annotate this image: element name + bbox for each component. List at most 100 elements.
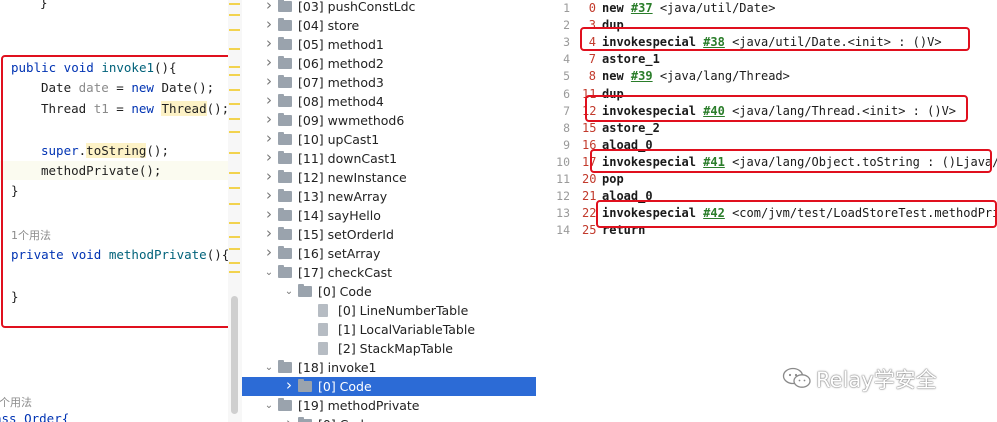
tree-item-label: [1] LocalVariableTable [338, 322, 476, 337]
line-number: 9 [563, 137, 570, 152]
chevron-down-icon[interactable]: ⌄ [264, 263, 274, 282]
bytecode-instruction: new #37 <java/util/Date> [602, 1, 776, 15]
chevron-right-icon[interactable]: › [264, 130, 274, 147]
bytecode-row[interactable]: 11 20 pop [536, 172, 997, 188]
code-line-class-order[interactable]: ass Order{ [0, 411, 69, 422]
highlight-box-bytecode-3 [590, 149, 992, 173]
line-number: 4 [563, 52, 570, 67]
chevron-down-icon[interactable]: ⌄ [284, 282, 294, 301]
chevron-right-icon[interactable]: › [284, 377, 294, 394]
source-editor[interactable]: } public void invoke1(){ Date date = new… [0, 0, 242, 422]
structure-tree[interactable]: › [03] pushConstLdc › [04] store › [05] metho… [242, 0, 536, 422]
chevron-down-icon[interactable]: ⌄ [264, 358, 274, 377]
line-number: 8 [563, 120, 570, 135]
chevron-right-icon[interactable]: › [264, 168, 274, 185]
tree-item-label: [0] LineNumberTable [338, 303, 469, 318]
folder-icon [278, 18, 292, 31]
bytecode-instruction: astore_1 [602, 52, 660, 66]
chevron-right-icon[interactable]: › [264, 73, 274, 90]
chevron-right-icon[interactable]: › [264, 54, 274, 71]
tree-item-label: [12] newInstance [298, 170, 407, 185]
tree-item-label: [15] setOrderId [298, 227, 394, 242]
folder-icon [278, 189, 292, 202]
folder-icon [278, 56, 292, 69]
tree-item-label: [13] newArray [298, 189, 388, 204]
highlight-box-source [1, 55, 242, 328]
tree-item[interactable]: ⌄ [18] invoke1 [242, 358, 536, 377]
chevron-right-icon[interactable]: › [264, 0, 274, 14]
tree-item[interactable]: › [11] downCast1 [242, 149, 536, 168]
file-icon [318, 342, 328, 355]
chevron-right-icon[interactable]: › [264, 16, 274, 33]
tree-item-label: [10] upCast1 [298, 132, 380, 147]
tree-item[interactable]: › [06] method2 [242, 54, 536, 73]
folder-icon [278, 37, 292, 50]
chevron-right-icon[interactable]: › [264, 35, 274, 52]
usage-hint-bottom[interactable]: 个用法 [0, 394, 32, 410]
folder-icon [278, 132, 292, 145]
chevron-right-icon[interactable]: › [284, 415, 294, 422]
tree-item[interactable]: [0] LineNumberTable [242, 301, 536, 320]
constant-pool-link[interactable]: #39 [631, 69, 653, 83]
bytecode-row[interactable]: 4 7 astore_1 [536, 52, 997, 68]
tree-item[interactable]: › [0] Code [242, 377, 536, 396]
tree-item-label: [0] Code [318, 379, 372, 394]
tree-item[interactable]: ⌄ [17] checkCast [242, 263, 536, 282]
tree-item-label: [04] store [298, 18, 360, 33]
tree-item-label: [0] Code [318, 284, 372, 299]
tree-item[interactable]: › [05] method1 [242, 35, 536, 54]
tree-item[interactable]: › [15] setOrderId [242, 225, 536, 244]
tree-item[interactable]: [2] StackMapTable [242, 339, 536, 358]
line-number: 12 [556, 189, 570, 204]
tree-item[interactable]: [1] LocalVariableTable [242, 320, 536, 339]
chevron-right-icon[interactable]: › [264, 111, 274, 128]
code-line-close-top[interactable]: } [40, 0, 48, 11]
chevron-right-icon[interactable]: › [264, 225, 274, 242]
folder-icon [278, 151, 292, 164]
chevron-right-icon[interactable]: › [264, 206, 274, 223]
constant-pool-link[interactable]: #37 [631, 1, 653, 15]
tree-item-label: [2] StackMapTable [338, 341, 453, 356]
tree-item[interactable]: › [03] pushConstLdc [242, 0, 536, 16]
chevron-right-icon[interactable]: › [264, 92, 274, 109]
bytecode-offset: 8 [588, 69, 596, 84]
bytecode-offset: 25 [582, 223, 597, 238]
chevron-right-icon[interactable]: › [264, 187, 274, 204]
bytecode-row[interactable]: 8 15 astore_2 [536, 121, 997, 137]
tree-item[interactable]: ⌄ [0] Code [242, 282, 536, 301]
bytecode-row[interactable]: 1 0 new #37 <java/util/Date> [536, 1, 997, 17]
highlight-box-bytecode-1 [580, 27, 970, 51]
tree-item-label: [0] Code [318, 415, 372, 422]
folder-icon [278, 170, 292, 183]
tree-item[interactable]: › [16] setArray [242, 244, 536, 263]
bytecode-offset: 21 [582, 189, 597, 204]
tree-item[interactable]: › [08] method4 [242, 92, 536, 111]
opcode: new [602, 1, 624, 15]
line-number: 13 [556, 206, 570, 221]
folder-icon [278, 360, 292, 373]
tree-item[interactable]: › [0] Code [242, 415, 536, 422]
chevron-right-icon[interactable]: › [264, 244, 274, 261]
chevron-down-icon[interactable]: ⌄ [264, 396, 274, 415]
line-number: 2 [563, 18, 570, 33]
bytecode-offset: 20 [582, 172, 597, 186]
line-number: 5 [563, 69, 570, 84]
folder-icon [278, 94, 292, 107]
tree-item[interactable]: › [09] wwmethod6 [242, 111, 536, 130]
line-number: 14 [556, 223, 570, 238]
bytecode-row[interactable]: 5 8 new #39 <java/lang/Thread> [536, 69, 997, 85]
opcode: astore_1 [602, 52, 660, 67]
chevron-right-icon[interactable]: › [264, 149, 274, 166]
editor-scrollbar[interactable] [231, 296, 238, 414]
tree-item[interactable]: › [04] store [242, 16, 536, 35]
tree-item[interactable]: › [13] newArray [242, 187, 536, 206]
tree-item[interactable]: ⌄ [19] methodPrivate [242, 396, 536, 415]
tree-item-label: [09] wwmethod6 [298, 113, 405, 128]
tree-item-label: [06] method2 [298, 56, 384, 71]
tree-item[interactable]: › [14] sayHello [242, 206, 536, 225]
tree-item[interactable]: › [07] method3 [242, 73, 536, 92]
tree-item[interactable]: › [12] newInstance [242, 168, 536, 187]
tree-item[interactable]: › [10] upCast1 [242, 130, 536, 149]
bytecode-offset: 7 [588, 52, 596, 67]
line-number: 7 [563, 103, 570, 118]
